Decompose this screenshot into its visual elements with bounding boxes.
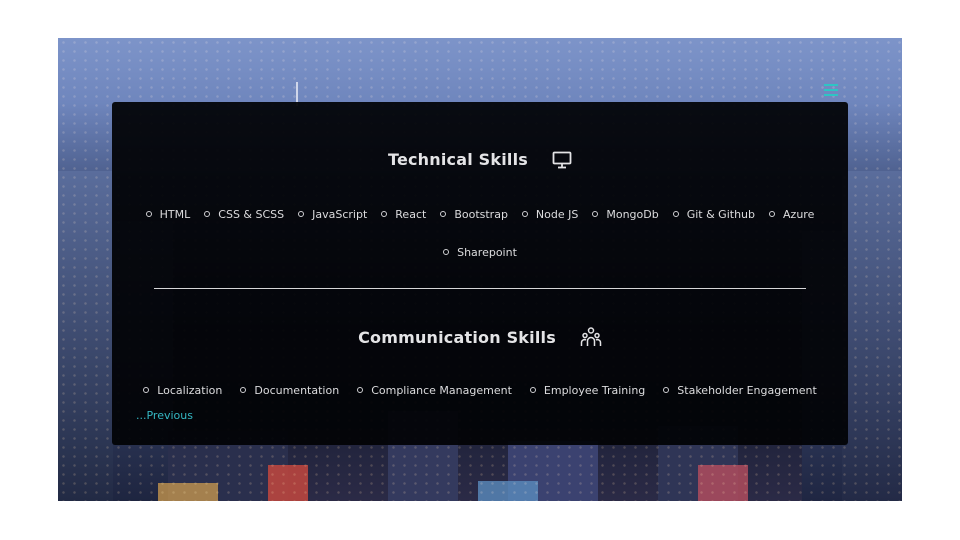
skill-item: Documentation xyxy=(240,371,339,409)
skill-item: Git & Github xyxy=(673,195,755,233)
skill-item: React xyxy=(381,195,426,233)
technical-skills-list: HTML CSS & SCSS JavaScript React Bootstrap No… xyxy=(122,195,838,271)
skill-item: Employee Training xyxy=(530,371,645,409)
skill-item: Compliance Management xyxy=(357,371,512,409)
communication-skills-title: Communication Skills xyxy=(358,327,556,347)
skill-item: Bootstrap xyxy=(440,195,508,233)
skills-panel: Technical Skills HTML CSS & SCSS JavaScrip… xyxy=(112,102,848,445)
skill-item: Stakeholder Engagement xyxy=(663,371,816,409)
skill-item: JavaScript xyxy=(298,195,367,233)
people-group-icon xyxy=(580,326,602,348)
skill-item: CSS & SCSS xyxy=(204,195,284,233)
skill-item: Sharepoint xyxy=(443,233,517,271)
section-divider xyxy=(154,288,806,289)
skill-item: Azure xyxy=(769,195,814,233)
skill-item: HTML xyxy=(146,195,191,233)
previous-link[interactable]: ...Previous xyxy=(136,409,193,422)
skill-item: MongoDb xyxy=(592,195,658,233)
technical-skills-title: Technical Skills xyxy=(387,150,529,169)
communication-skills-list: Localization Documentation Compliance Mana… xyxy=(122,371,838,409)
communication-skills-heading: Communication Skills xyxy=(112,326,848,348)
skill-item: Node JS xyxy=(522,195,578,233)
hamburger-menu-icon[interactable] xyxy=(824,84,838,96)
monitor-icon xyxy=(552,151,572,169)
skill-item: Localization xyxy=(143,371,222,409)
technical-skills-heading: Technical Skills xyxy=(112,150,848,169)
